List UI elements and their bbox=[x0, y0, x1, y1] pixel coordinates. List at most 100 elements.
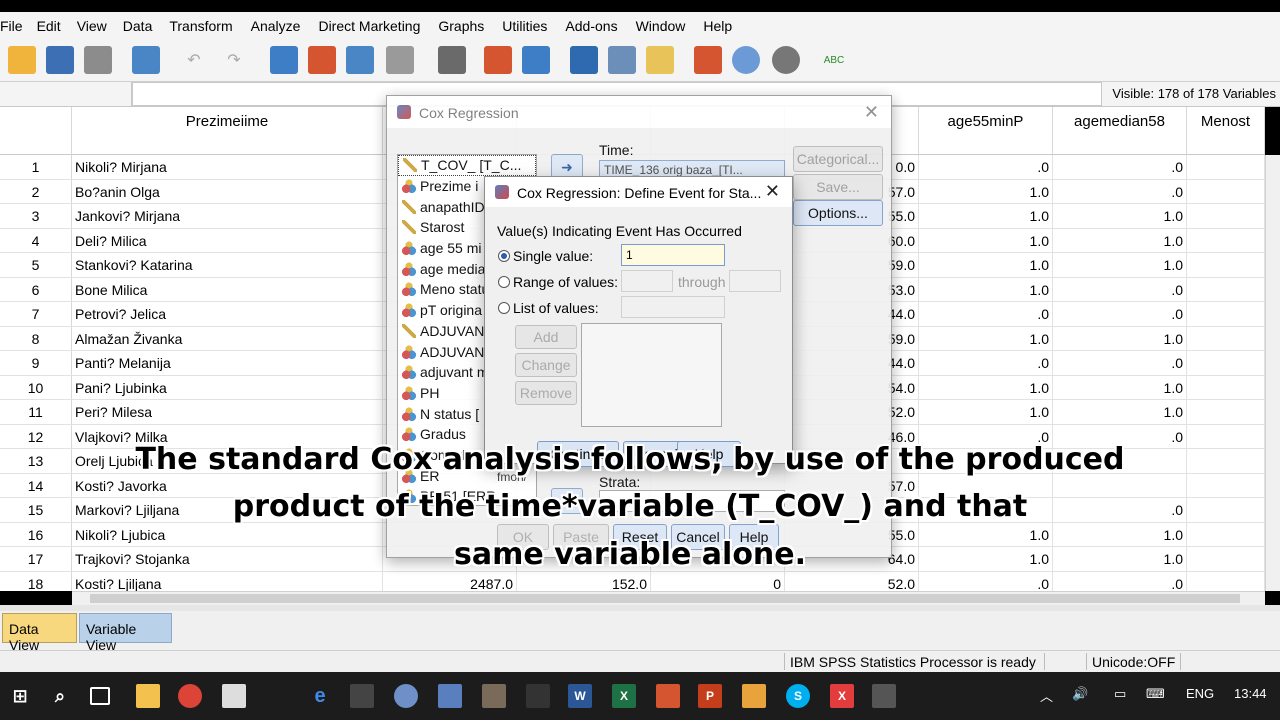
tray-chevron-icon[interactable]: ︿ bbox=[1040, 686, 1053, 705]
categorical-button[interactable]: Categorical... bbox=[793, 146, 883, 172]
table-cell[interactable] bbox=[1187, 155, 1265, 179]
menu-data[interactable]: Data bbox=[123, 18, 170, 34]
row-number[interactable]: 2 bbox=[0, 179, 72, 203]
menu-direct-marketing[interactable]: Direct Marketing bbox=[318, 18, 438, 34]
table-cell[interactable]: 1.0 bbox=[919, 228, 1053, 252]
vertical-scrollbar[interactable] bbox=[1265, 155, 1280, 591]
tab-data-view[interactable]: Data View bbox=[2, 613, 77, 653]
table-cell[interactable]: .0 bbox=[919, 351, 1053, 375]
row-number[interactable]: 4 bbox=[0, 228, 72, 252]
menu-help[interactable]: Help bbox=[703, 18, 741, 34]
table-cell[interactable] bbox=[1187, 571, 1265, 591]
row-number[interactable]: 3 bbox=[0, 204, 72, 228]
word-icon[interactable]: W bbox=[568, 684, 592, 708]
menu-window[interactable]: Window bbox=[636, 18, 704, 34]
table-cell[interactable]: .0 bbox=[1053, 277, 1187, 301]
table-cell[interactable]: .0 bbox=[1053, 351, 1187, 375]
range-of-values-radio[interactable] bbox=[498, 276, 510, 288]
menu-add-ons[interactable]: Add-ons bbox=[565, 18, 635, 34]
search-icon[interactable]: ⌕ bbox=[48, 684, 72, 708]
weight-cases-icon[interactable] bbox=[608, 46, 636, 74]
menu-utilities[interactable]: Utilities bbox=[502, 18, 565, 34]
table-cell[interactable] bbox=[1187, 522, 1265, 546]
table-cell[interactable]: 1.0 bbox=[919, 326, 1053, 350]
undo-icon[interactable]: ↶ bbox=[180, 46, 208, 74]
row-number[interactable]: 14 bbox=[0, 473, 72, 497]
table-cell[interactable]: .0 bbox=[919, 155, 1053, 179]
row-number[interactable]: 8 bbox=[0, 326, 72, 350]
range-to-input[interactable] bbox=[729, 270, 781, 292]
table-cell[interactable]: 1.0 bbox=[919, 277, 1053, 301]
table-cell[interactable]: Almažan Živanka bbox=[72, 326, 383, 350]
select-cases-icon[interactable] bbox=[646, 46, 674, 74]
app-icon[interactable] bbox=[482, 684, 506, 708]
goto-variable-icon[interactable] bbox=[308, 46, 336, 74]
windows-start-icon[interactable]: ⊞ bbox=[8, 684, 32, 708]
edge-icon[interactable]: e bbox=[308, 684, 332, 708]
open-folder-icon[interactable] bbox=[8, 46, 36, 74]
row-number[interactable]: 16 bbox=[0, 522, 72, 546]
table-cell[interactable]: 1.0 bbox=[919, 400, 1053, 424]
table-cell[interactable] bbox=[1187, 424, 1265, 448]
list-value-input[interactable] bbox=[621, 296, 725, 318]
table-cell[interactable]: 1.0 bbox=[1053, 326, 1187, 350]
table-cell[interactable]: Stankovi? Katarina bbox=[72, 253, 383, 277]
app-icon[interactable] bbox=[656, 684, 680, 708]
keyboard-icon[interactable]: ⌨ bbox=[1146, 686, 1165, 702]
row-number[interactable]: 10 bbox=[0, 375, 72, 399]
app-icon[interactable] bbox=[872, 684, 896, 708]
table-cell[interactable]: Panti? Melanija bbox=[72, 351, 383, 375]
close-icon[interactable]: ✕ bbox=[765, 181, 780, 202]
table-cell[interactable]: 1.0 bbox=[1053, 375, 1187, 399]
find-icon[interactable] bbox=[438, 46, 466, 74]
show-all-variables-icon[interactable] bbox=[772, 46, 800, 74]
table-cell[interactable] bbox=[1187, 253, 1265, 277]
table-cell[interactable]: Deli? Milica bbox=[72, 228, 383, 252]
list-of-values-radio[interactable] bbox=[498, 302, 510, 314]
table-cell[interactable]: .0 bbox=[1053, 302, 1187, 326]
row-number[interactable]: 13 bbox=[0, 449, 72, 473]
recall-dialog-icon[interactable] bbox=[132, 46, 160, 74]
table-cell[interactable] bbox=[1187, 277, 1265, 301]
table-cell[interactable]: 1.0 bbox=[919, 179, 1053, 203]
run-descriptives-icon[interactable] bbox=[386, 46, 414, 74]
table-cell[interactable] bbox=[1187, 449, 1265, 473]
variables-icon[interactable] bbox=[346, 46, 374, 74]
table-cell[interactable] bbox=[1187, 547, 1265, 571]
add-button[interactable]: Add bbox=[515, 325, 577, 349]
table-cell[interactable]: Petrovi? Jelica bbox=[72, 302, 383, 326]
change-button[interactable]: Change bbox=[515, 353, 577, 377]
chrome-icon[interactable] bbox=[178, 684, 202, 708]
notification-icon[interactable]: ▭ bbox=[1114, 686, 1126, 702]
spell-check-icon[interactable]: ABC bbox=[820, 46, 848, 74]
variable-list-item[interactable]: T_COV_ [T_C... bbox=[398, 155, 536, 176]
table-cell[interactable]: .0 bbox=[919, 302, 1053, 326]
table-cell[interactable] bbox=[1187, 302, 1265, 326]
clock[interactable]: 13:44 bbox=[1234, 686, 1267, 701]
table-cell[interactable]: 1.0 bbox=[1053, 253, 1187, 277]
save-button[interactable]: Save... bbox=[793, 174, 883, 200]
task-view-icon[interactable] bbox=[90, 687, 110, 705]
value-labels-icon[interactable] bbox=[694, 46, 722, 74]
store-icon[interactable] bbox=[222, 684, 246, 708]
row-number[interactable]: 6 bbox=[0, 277, 72, 301]
goto-case-icon[interactable] bbox=[270, 46, 298, 74]
menu-transform[interactable]: Transform bbox=[169, 18, 250, 34]
row-number[interactable]: 18 bbox=[0, 571, 72, 591]
table-cell[interactable]: .0 bbox=[1053, 155, 1187, 179]
row-number[interactable]: 17 bbox=[0, 547, 72, 571]
table-cell[interactable] bbox=[1187, 228, 1265, 252]
column-header-age55minp[interactable]: age55minP bbox=[919, 107, 1053, 155]
volume-icon[interactable]: 🔊 bbox=[1072, 686, 1088, 702]
values-listbox[interactable] bbox=[581, 323, 722, 427]
powerpoint-icon[interactable]: P bbox=[698, 684, 722, 708]
close-icon[interactable]: ✕ bbox=[864, 102, 879, 123]
table-cell[interactable] bbox=[1187, 473, 1265, 497]
table-cell[interactable]: 1.0 bbox=[1053, 204, 1187, 228]
table-cell[interactable]: .0 bbox=[1053, 179, 1187, 203]
column-header-prezimeiime[interactable]: Prezimeiime bbox=[72, 107, 383, 155]
app-icon[interactable] bbox=[742, 684, 766, 708]
table-cell[interactable]: Nikoli? Mirjana bbox=[72, 155, 383, 179]
row-number[interactable]: 1 bbox=[0, 155, 72, 179]
table-cell[interactable]: 1.0 bbox=[1053, 400, 1187, 424]
